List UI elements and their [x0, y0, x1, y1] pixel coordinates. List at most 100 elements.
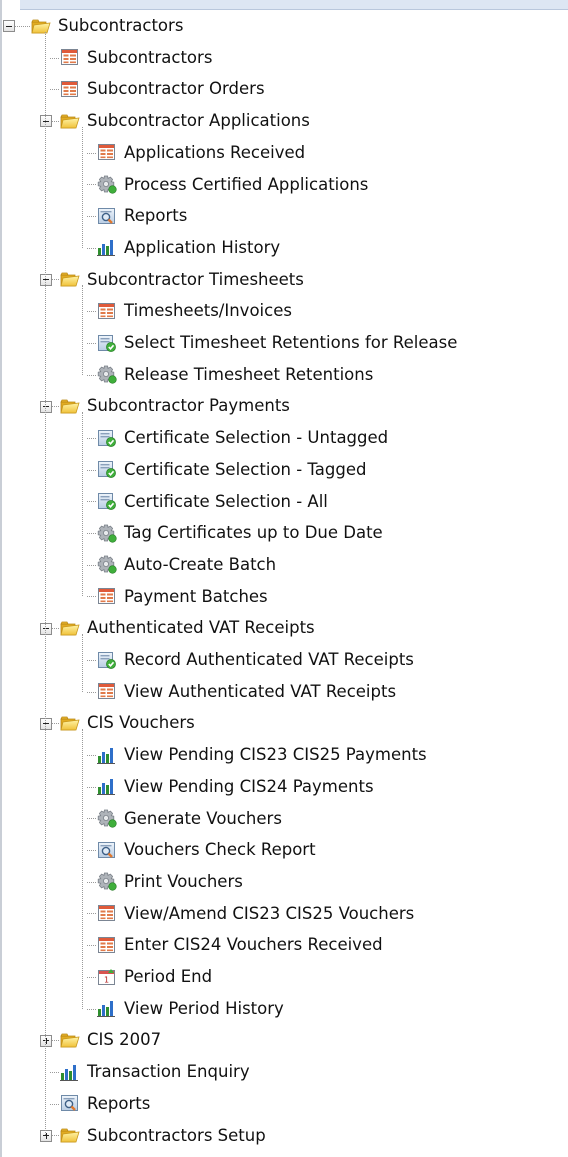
svg-text:1: 1: [104, 975, 109, 984]
tree-connector: [87, 152, 96, 154]
tree-item-view-amend-cis23-cis25-vouchers[interactable]: View/Amend CIS23 CIS25 Vouchers: [96, 898, 414, 929]
tree-item-payment-batches[interactable]: Payment Batches: [96, 581, 268, 612]
tree-item-label: Subcontractor Applications: [87, 111, 310, 131]
tree-item-certificate-selection-untagged[interactable]: Certificate Selection - Untagged: [96, 422, 388, 453]
table-icon: [59, 79, 81, 99]
folder-icon: [59, 618, 81, 638]
table-icon: [96, 301, 118, 321]
tree-item-applications-received[interactable]: Applications Received: [96, 137, 305, 168]
table-icon: [96, 935, 118, 955]
tree-item-reports[interactable]: Reports: [96, 200, 187, 231]
tree-item-record-authenticated-vat-receipts[interactable]: Record Authenticated VAT Receipts: [96, 644, 414, 675]
tree-item-auto-create-batch[interactable]: Auto-Create Batch: [96, 549, 276, 580]
tree-connector: [87, 850, 96, 852]
tree-connector: [87, 311, 96, 313]
report-icon: [96, 206, 118, 226]
tree-item-timesheets-invoices[interactable]: Timesheets/Invoices: [96, 295, 292, 326]
tree-item-label: Certificate Selection - Tagged: [124, 459, 367, 479]
tree-item-release-timesheet-retentions[interactable]: Release Timesheet Retentions: [96, 359, 373, 390]
tree-item-cis-vouchers[interactable]: CIS Vouchers: [59, 707, 195, 738]
tree-item-label: Print Vouchers: [124, 871, 243, 891]
collapse-toggle-subcontractor-payments[interactable]: [40, 400, 52, 413]
tree-item-certificate-selection-tagged[interactable]: Certificate Selection - Tagged: [96, 454, 366, 485]
tree-item-print-vouchers[interactable]: Print Vouchers: [96, 866, 243, 897]
tree-item-label: Certificate Selection - All: [124, 491, 328, 511]
tree-item-label: Transaction Enquiry: [87, 1062, 250, 1082]
tree-connector: [13, 25, 30, 27]
tree-item-subcontractors[interactable]: Subcontractors: [30, 10, 183, 41]
tree-connector: [50, 1103, 59, 1105]
folder-icon: [59, 713, 81, 733]
tree-connector: [87, 976, 96, 978]
tree-connector: [87, 374, 96, 376]
tree-item-select-timesheet-retentions-for-release[interactable]: Select Timesheet Retentions for Release: [96, 327, 457, 358]
tree-item-label: Subcontractors Setup: [87, 1125, 266, 1145]
table-icon: [96, 142, 118, 162]
tree-item-label: Enter CIS24 Vouchers Received: [124, 935, 383, 955]
tree-item-generate-vouchers[interactable]: Generate Vouchers: [96, 803, 282, 834]
bar-chart-icon: [59, 1062, 81, 1082]
gear-icon: [96, 364, 118, 384]
tree-item-label: CIS 2007: [87, 1030, 162, 1050]
tree-branch-line: [82, 634, 83, 692]
tree-item-cis-2007[interactable]: CIS 2007: [59, 1024, 161, 1055]
tree-connector: [87, 818, 96, 820]
folder-icon: [59, 111, 81, 131]
tree-connector: [87, 184, 96, 186]
tree-item-view-pending-cis23-cis25-payments[interactable]: View Pending CIS23 CIS25 Payments: [96, 739, 427, 770]
tree-item-application-history[interactable]: Application History: [96, 232, 280, 263]
tree-item-label: View Authenticated VAT Receipts: [124, 681, 397, 701]
gear-icon: [96, 174, 118, 194]
bar-chart-icon: [96, 237, 118, 257]
tree-item-label: Subcontractors: [58, 16, 184, 35]
tree-item-subcontractor-applications[interactable]: Subcontractor Applications: [59, 105, 310, 136]
collapse-toggle-subcontractors[interactable]: [3, 20, 15, 33]
tree-connector: [50, 57, 59, 59]
tree-item-label: Timesheets/Invoices: [124, 301, 292, 321]
select-check-icon: [96, 428, 118, 448]
tree-item-enter-cis24-vouchers-received[interactable]: Enter CIS24 Vouchers Received: [96, 929, 383, 960]
tree-connector: [87, 945, 96, 947]
tree-item-label: Select Timesheet Retentions for Release: [124, 333, 458, 352]
tree-item-view-authenticated-vat-receipts[interactable]: View Authenticated VAT Receipts: [96, 676, 396, 707]
tree-item-label: Payment Batches: [124, 586, 268, 606]
tree-item-subcontractor-timesheets[interactable]: Subcontractor Timesheets: [59, 264, 304, 295]
tree-item-authenticated-vat-receipts[interactable]: Authenticated VAT Receipts: [59, 612, 315, 643]
bar-chart-icon: [96, 745, 118, 765]
table-icon: [96, 586, 118, 606]
select-check-icon: [96, 459, 118, 479]
tree-item-label: Vouchers Check Report: [124, 840, 316, 860]
tree-item-process-certified-applications[interactable]: Process Certified Applications: [96, 169, 368, 200]
tree-item-view-period-history[interactable]: View Period History: [96, 993, 284, 1024]
collapse-toggle-subcontractor-applications[interactable]: [40, 115, 52, 128]
tree-item-certificate-selection-all[interactable]: Certificate Selection - All: [96, 486, 328, 517]
tree-item-label: Release Timesheet Retentions: [124, 364, 374, 384]
tree-branch-line: [82, 285, 83, 375]
tree-item-reports[interactable]: Reports: [59, 1088, 150, 1119]
tree-item-view-pending-cis24-payments[interactable]: View Pending CIS24 Payments: [96, 771, 374, 802]
tree-connector: [87, 564, 96, 566]
expand-toggle-cis-2007[interactable]: [40, 1034, 52, 1047]
tree-item-subcontractor-orders[interactable]: Subcontractor Orders: [59, 73, 265, 104]
collapse-toggle-authenticated-vat-receipts[interactable]: [40, 622, 52, 635]
tree-item-transaction-enquiry[interactable]: Transaction Enquiry: [59, 1056, 250, 1087]
tree-item-period-end[interactable]: 1 Period End: [96, 961, 212, 992]
tree-item-label: Application History: [124, 237, 281, 257]
table-icon: [96, 681, 118, 701]
tree-item-label: Subcontractor Timesheets: [87, 269, 304, 289]
folder-icon: [59, 1030, 81, 1050]
tree-item-tag-certificates-up-to-due-date[interactable]: Tag Certificates up to Due Date: [96, 517, 383, 548]
tree-item-subcontractor-payments[interactable]: Subcontractor Payments: [59, 390, 290, 421]
tree-item-label: Certificate Selection - Untagged: [124, 428, 389, 448]
tree-item-vouchers-check-report[interactable]: Vouchers Check Report: [96, 834, 316, 865]
tree-item-label: Record Authenticated VAT Receipts: [124, 650, 414, 669]
tree-connector: [87, 342, 96, 344]
collapse-toggle-cis-vouchers[interactable]: [40, 717, 52, 730]
tree-item-subcontractors[interactable]: Subcontractors: [59, 42, 212, 73]
report-icon: [59, 1093, 81, 1113]
tree-item-label: Subcontractor Payments: [87, 396, 290, 416]
gear-icon: [96, 554, 118, 574]
collapse-toggle-subcontractor-timesheets[interactable]: [40, 273, 52, 286]
tree-item-subcontractors-setup[interactable]: Subcontractors Setup: [59, 1120, 266, 1151]
expand-toggle-subcontractors-setup[interactable]: [40, 1129, 52, 1142]
